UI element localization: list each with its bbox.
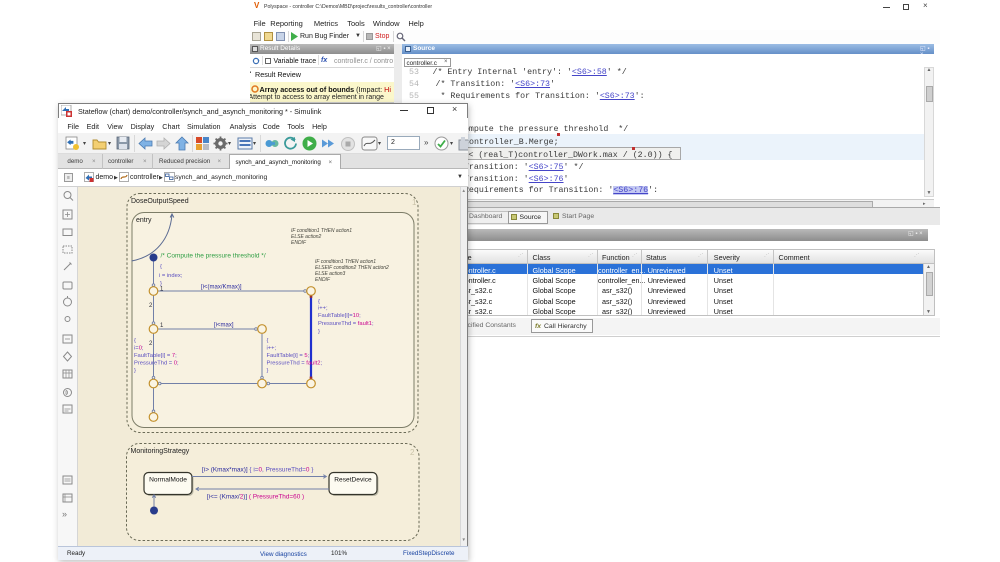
svg-text:i=0;: i=0; [134, 345, 144, 351]
svg-text:[i<max]: [i<max] [214, 322, 234, 328]
svg-text:FaultTable[i] = 7;: FaultTable[i] = 7; [134, 353, 177, 359]
svg-text:ResetDevice: ResetDevice [334, 476, 372, 483]
svg-text:PressureThd = fault1;: PressureThd = fault1; [318, 321, 374, 327]
svg-text:}: } [134, 368, 136, 374]
svg-text:{: { [318, 299, 320, 305]
svg-text:{: { [134, 338, 136, 344]
svg-text:}: } [318, 329, 320, 335]
svg-text:FaultTable[i]=10;: FaultTable[i]=10; [318, 313, 361, 319]
svg-text:ENDIF: ENDIF [315, 277, 331, 283]
svg-text:1: 1 [412, 198, 417, 207]
svg-text:i++;: i++; [267, 345, 277, 351]
svg-text:MonitoringStrategy: MonitoringStrategy [131, 448, 190, 455]
svg-text:ENDIF: ENDIF [291, 240, 307, 246]
svg-text:/* Compute the pressure thresh: /* Compute the pressure threshold */ [161, 252, 266, 259]
svg-text:[i<(max/Kmax)]: [i<(max/Kmax)] [201, 284, 242, 290]
svg-text:[i> (Kmax*max)] { i=0, Pressur: [i> (Kmax*max)] { i=0, PressureThd=0 } [202, 466, 314, 473]
svg-text:i++;: i++; [318, 305, 328, 311]
svg-text:FaultTable[i] = 5;: FaultTable[i] = 5; [267, 353, 310, 359]
svg-text:entry: entry [136, 217, 152, 224]
svg-text:{: { [267, 338, 269, 344]
svg-text:2: 2 [410, 448, 415, 457]
svg-text:{: { [160, 264, 162, 270]
svg-text:PressureThd = fault2;: PressureThd = fault2; [267, 360, 323, 366]
svg-text:DoseOutputSpeed: DoseOutputSpeed [131, 198, 189, 205]
svg-text:[i<= (Kmax/2)] ( PressureThd=6: [i<= (Kmax/2)] ( PressureThd=60 ) [207, 493, 304, 500]
svg-text:PressureThd = 0;: PressureThd = 0; [134, 360, 179, 366]
svg-text:}: } [267, 368, 269, 374]
svg-text:i = index;: i = index; [159, 273, 183, 279]
svg-text:NormalMode: NormalMode [149, 476, 187, 483]
